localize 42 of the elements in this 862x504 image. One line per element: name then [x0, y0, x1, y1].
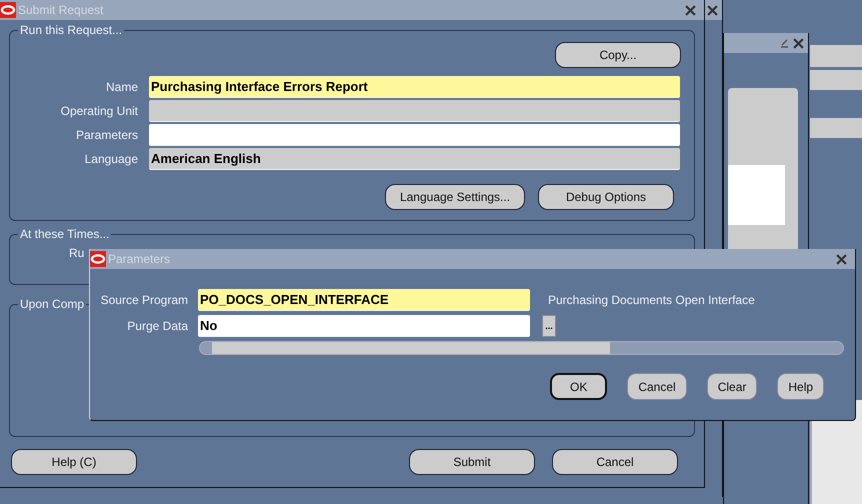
text-field[interactable]: Purchasing Interface Errors Report: [149, 76, 680, 98]
text-field[interactable]: PO_DOCS_OPEN_INTERFACE: [198, 289, 530, 311]
field-label: Language: [84, 152, 138, 166]
field-label: Ru: [69, 246, 84, 260]
close-icon[interactable]: [707, 4, 718, 16]
field-label: Name: [104, 80, 138, 94]
text-field[interactable]: American English: [149, 148, 680, 170]
text-field[interactable]: [149, 100, 680, 122]
dialog-button[interactable]: Debug Options: [538, 184, 674, 210]
list-of-values-button[interactable]: ...: [542, 315, 556, 337]
background-field: [810, 45, 862, 67]
dialog-title: Parameters: [108, 252, 172, 266]
group-title: Upon Comp: [19, 297, 86, 311]
dialog-button[interactable]: Cancel: [627, 373, 687, 400]
field-label: Purge Data: [126, 319, 188, 333]
close-icon[interactable]: [793, 38, 804, 48]
horizontal-scrollbar[interactable]: [199, 341, 844, 355]
field-label: Source Program: [100, 293, 188, 307]
window-button[interactable]: Help (C): [11, 449, 137, 475]
field-label: Operating Unit: [60, 104, 138, 118]
text-field[interactable]: [149, 124, 680, 146]
list-panel: [728, 165, 785, 225]
field-description: Purchasing Documents Open Interface: [548, 293, 755, 307]
background-field: [810, 70, 862, 90]
close-icon[interactable]: [836, 254, 847, 264]
background-field: [810, 118, 862, 138]
logo-icon: [0, 2, 16, 18]
minimize-icon[interactable]: [779, 38, 789, 48]
group-title: Run this Request...: [19, 23, 124, 37]
group-title: At these Times...: [19, 227, 110, 241]
logo-icon: [90, 251, 106, 267]
window-button[interactable]: Submit: [409, 449, 535, 475]
dialog-button[interactable]: OK: [550, 373, 608, 400]
dialog-button[interactable]: Help: [777, 373, 824, 400]
window-button[interactable]: Cancel: [552, 449, 678, 475]
text-field[interactable]: No: [198, 315, 530, 337]
close-icon[interactable]: [685, 4, 696, 16]
dialog-button[interactable]: Clear: [706, 373, 758, 400]
copy-button[interactable]: Copy...: [555, 42, 681, 68]
field-label: Parameters: [74, 128, 138, 142]
window-title: Submit Request: [18, 3, 104, 17]
dialog-button[interactable]: Language Settings...: [385, 184, 525, 210]
